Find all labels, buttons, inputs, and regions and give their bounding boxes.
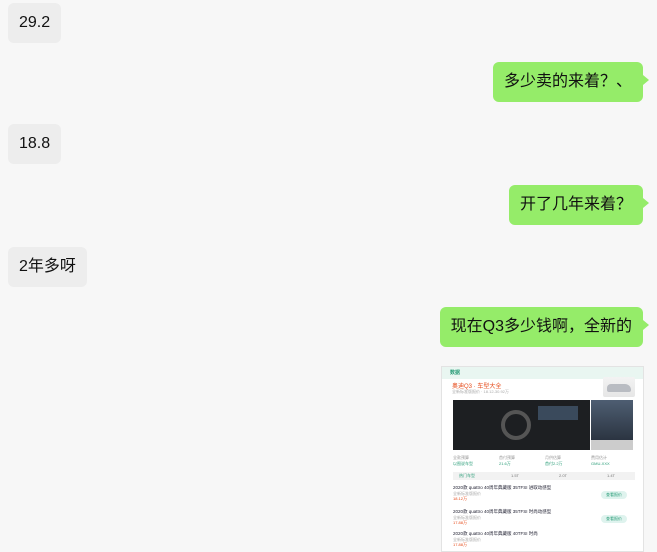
spec-grid: 全款预算 以图说车型 首付预算 21.6万 月供估算 首付2.2万 费用估计 GMU-X… bbox=[453, 455, 635, 469]
spec-cell: 首付预算 21.6万 bbox=[499, 455, 515, 466]
spec-cell: 全款预算 以图说车型 bbox=[453, 455, 473, 466]
trim-row: 2020款 quattro 40周年典藏版 35TFSI 进取动感型 全新标准版… bbox=[453, 485, 635, 505]
tab-hot: 热门车型 bbox=[459, 473, 475, 478]
message-text: 18.8 bbox=[19, 135, 51, 152]
steering-wheel-icon bbox=[501, 410, 531, 440]
tab-1-5t: 1.5T bbox=[511, 473, 520, 478]
view-price-button: 查看报价 bbox=[601, 515, 627, 523]
chat-message-sent[interactable]: 多少卖的来着？、 bbox=[492, 62, 650, 102]
card-tabs: 热门车型 1.5T 2.0T 1.4T bbox=[453, 472, 635, 480]
card-subtitle: 全新标准版报价 · 18.12-30.92万 bbox=[452, 389, 509, 394]
chat-message-sent[interactable]: 开了几年来着？ bbox=[508, 185, 650, 225]
message-text: 多少卖的来着？、 bbox=[503, 73, 632, 90]
trim-row: 2020款 quattro 40周年典藏版 35TFSI 时尚动感型 全新标准版… bbox=[453, 509, 635, 529]
chat-message-received[interactable]: 18.8 bbox=[8, 124, 62, 164]
spec-cell: 月供估算 首付2.2万 bbox=[545, 455, 563, 466]
shared-screenshot-image[interactable]: 数据 奥迪Q3 · 车型大全 全新标准版报价 · 18.12-30.92万 全款… bbox=[441, 366, 644, 552]
dashboard-screen bbox=[538, 406, 578, 420]
car-photo-caption bbox=[591, 440, 633, 450]
view-price-button: 查看报价 bbox=[601, 491, 627, 499]
chat-message-received[interactable]: 2年多呀 bbox=[8, 247, 87, 287]
message-text: 开了几年来着？ bbox=[519, 196, 632, 213]
message-text: 29.2 bbox=[19, 14, 51, 31]
message-text: 现在Q3多少钱啊，全新的 bbox=[450, 318, 632, 335]
chat-message-sent[interactable]: 现在Q3多少钱啊，全新的 bbox=[439, 307, 650, 347]
spec-cell: 费用估计 GMU-XXX bbox=[591, 455, 610, 466]
card-tag: 数据 bbox=[450, 370, 461, 376]
tab-1-4t: 1.4T bbox=[607, 473, 616, 478]
tab-2-0t: 2.0T bbox=[559, 473, 568, 478]
message-text: 2年多呀 bbox=[19, 258, 76, 275]
car-exterior-photo bbox=[591, 400, 633, 440]
chat-message-received[interactable]: 29.2 bbox=[8, 3, 62, 43]
watermark-overlay bbox=[563, 537, 643, 551]
car-interior-photo bbox=[453, 400, 590, 450]
car-thumbnail bbox=[603, 377, 635, 397]
